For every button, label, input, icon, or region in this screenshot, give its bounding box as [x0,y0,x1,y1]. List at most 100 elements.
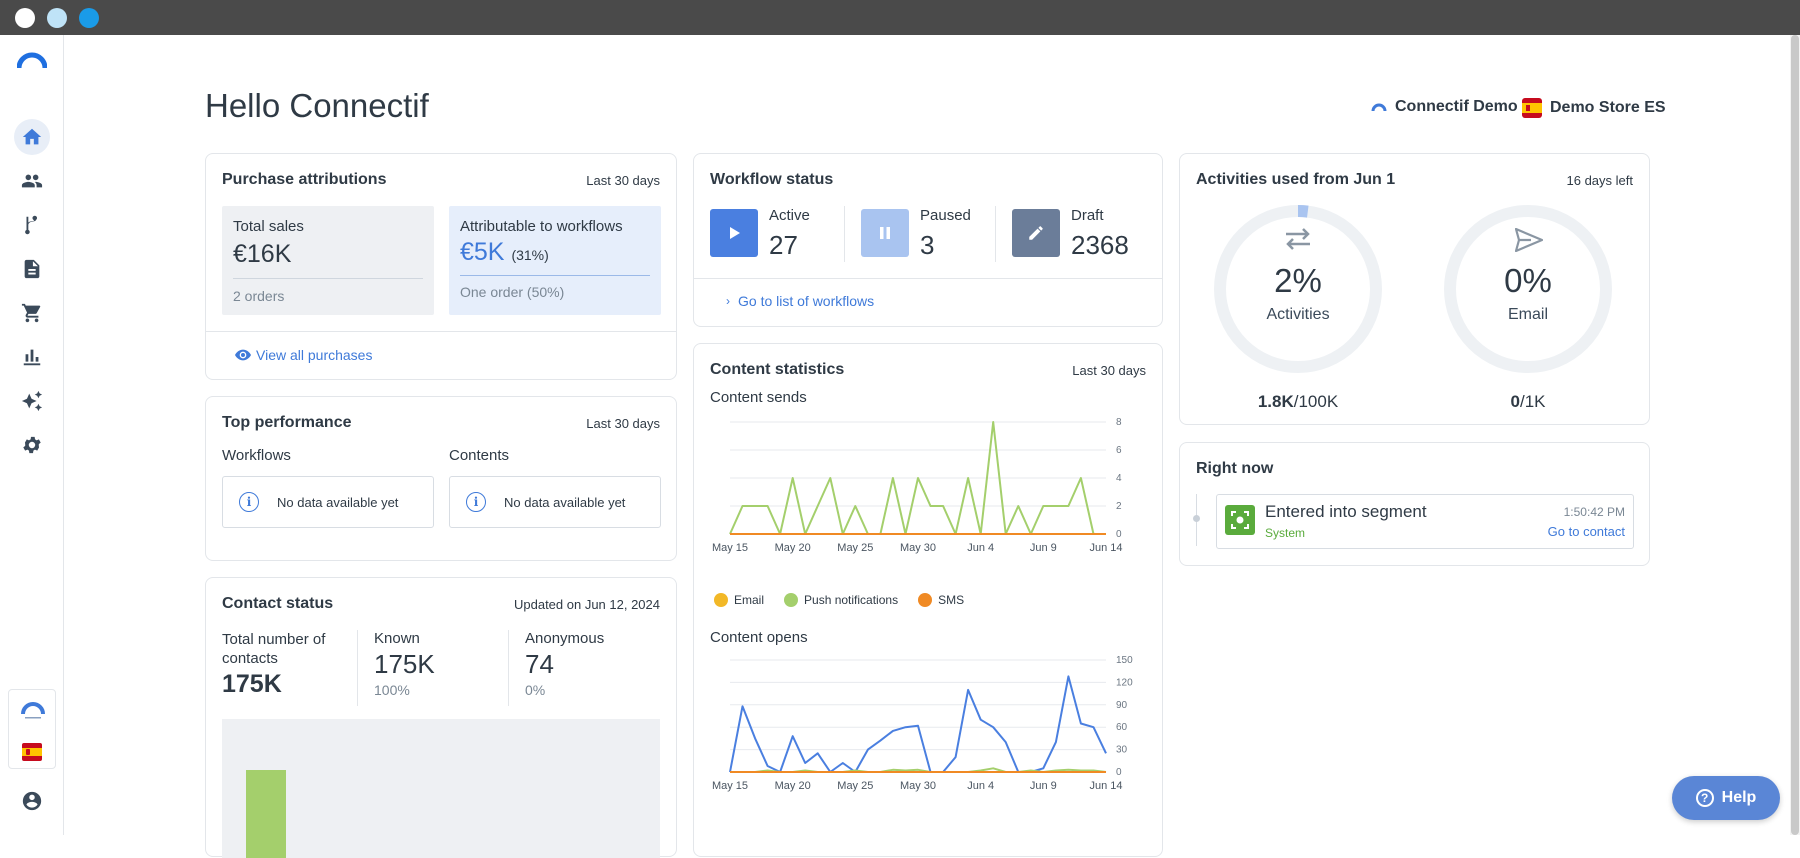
legend-sms-label[interactable]: SMS [938,593,964,607]
divider [233,278,423,279]
email-count: 0/1K [1443,392,1613,412]
activities-label: Activities [1266,306,1330,323]
account-selector[interactable]: Connectif Demo [1371,98,1518,116]
known-contacts-bar [246,770,286,858]
y-tick-label: 150 [1116,655,1133,666]
workflow-status-card: Workflow status Active 27 Paused 3 Draft… [693,153,1163,327]
chart-legend: Email Push notifications SMS [714,593,964,607]
window-titlebar [0,0,1800,35]
contacts-icon [21,174,43,188]
go-to-workflows-link[interactable]: › Go to list of workflows [726,293,874,309]
activities-gauge: 2% Activities [1213,204,1383,374]
legend-email-label[interactable]: Email [734,593,764,607]
period-label: Last 30 days [1072,363,1146,378]
store-selector[interactable]: Demo Store ES [1522,98,1666,118]
x-tick-label: May 20 [775,542,811,554]
sidebar-item-reports[interactable] [14,339,50,375]
sidebar-item-contacts[interactable] [14,163,50,199]
info-icon: i [239,492,259,512]
workflows-empty-state: i No data available yet [222,476,434,528]
sidebar-item-contents[interactable] [14,251,50,287]
activities-count: 1.8K/100K [1213,392,1383,412]
attributable-orders: One order (50%) [460,284,565,300]
help-button[interactable]: ? Help [1672,776,1780,820]
page-scrollbar[interactable] [1790,35,1800,835]
window-maximize-dot[interactable] [79,8,99,28]
user-account-icon [22,791,42,811]
connectif-account-icon [1371,103,1387,112]
exchange-icon [1284,228,1312,255]
divider [844,206,845,262]
sidebar-item-ai[interactable] [14,383,50,419]
divider [995,206,996,262]
y-tick-label: 30 [1116,745,1128,756]
connectif-account-icon [21,700,45,725]
connectif-logo-icon[interactable] [16,50,48,70]
go-to-contact-link[interactable]: Go to contact [1548,524,1625,539]
anonymous-contacts-stat: Anonymous 74 0% [525,630,604,698]
x-tick-label: Jun 14 [1089,542,1122,554]
period-label: Last 30 days [586,416,660,431]
series-line-email [729,675,1107,773]
x-tick-label: May 25 [837,780,873,792]
card-title: Right now [1196,460,1274,477]
sidebar-item-home[interactable] [14,119,50,155]
card-title: Activities used from Jun 1 [1196,171,1396,188]
divider [460,275,650,276]
gear-icon [23,436,41,454]
activities-card: Activities used from Jun 1 16 days left … [1179,153,1650,425]
divider [206,331,676,332]
legend-sms-dot [918,593,933,607]
x-tick-label: May 30 [900,780,936,792]
paused-workflows-icon[interactable] [861,209,909,257]
chevron-right-icon: › [726,294,730,308]
x-tick-label: Jun 9 [1030,780,1057,792]
active-workflows-icon[interactable] [710,209,758,257]
go-to-workflows-label: Go to list of workflows [738,293,875,309]
content-opens-chart: 0 30 60 90 120 150 May 15 May 20 May 25 May 30 Jun… [712,655,1133,792]
attributable-value-row: €5K (31%) [460,238,549,267]
activities-pct: 2% [1274,262,1322,299]
sidebar-item-settings[interactable] [14,427,50,463]
attributable-label: Attributable to workflows [460,218,623,235]
sidebar-item-store[interactable] [14,295,50,331]
help-icon: ? [1695,789,1714,807]
y-tick-label: 8 [1116,417,1122,428]
draft-workflows-icon[interactable] [1012,209,1060,257]
y-tick-label: 2 [1116,501,1122,512]
page-scrollbar-thumb[interactable] [1791,35,1799,835]
workflows-empty-text: No data available yet [277,494,399,510]
view-all-purchases-link[interactable]: View all purchases [235,347,372,363]
email-limit: /1K [1519,392,1546,411]
attributable-box: Attributable to workflows €5K (31%) One … [449,206,661,315]
play-icon [730,227,740,239]
dashboard-main: Hello Connectif Connectif Demo Demo Stor… [64,35,1790,858]
divider [357,630,358,706]
account-switcher[interactable] [8,689,56,769]
email-pct: 0% [1504,262,1552,299]
legend-push-label[interactable]: Push notifications [804,593,898,607]
x-tick-label: May 25 [837,542,873,554]
anonymous-label: Anonymous [525,630,605,647]
sidebar-item-profile[interactable] [14,783,50,819]
event-title: Entered into segment [1265,502,1427,521]
workflow-icon [25,215,38,235]
window-minimize-dot[interactable] [47,8,67,28]
card-title: Content statistics [710,361,845,378]
sidebar-item-workflows[interactable] [14,207,50,243]
workflows-label: Workflows [222,447,291,464]
card-title: Top performance [222,414,352,431]
spain-flag-icon [22,743,42,761]
home-icon [22,128,42,145]
known-label: Known [374,630,420,647]
known-pct: 100% [374,682,410,698]
divider [694,278,1162,279]
content-statistics-card: Content statistics Last 30 days Content … [693,343,1163,857]
contact-status-card: Contact status Updated on Jun 12, 2024 T… [205,577,677,858]
activity-event[interactable]: Entered into segment System 1:50:42 PM G… [1216,494,1634,549]
known-contacts-stat: Known 175K 100% [374,630,435,698]
y-tick-label: 120 [1116,677,1133,688]
right-now-card: Right now Entered into segment System 1:… [1179,442,1650,566]
window-close-dot[interactable] [15,8,35,28]
legend-email-dot [714,593,728,607]
